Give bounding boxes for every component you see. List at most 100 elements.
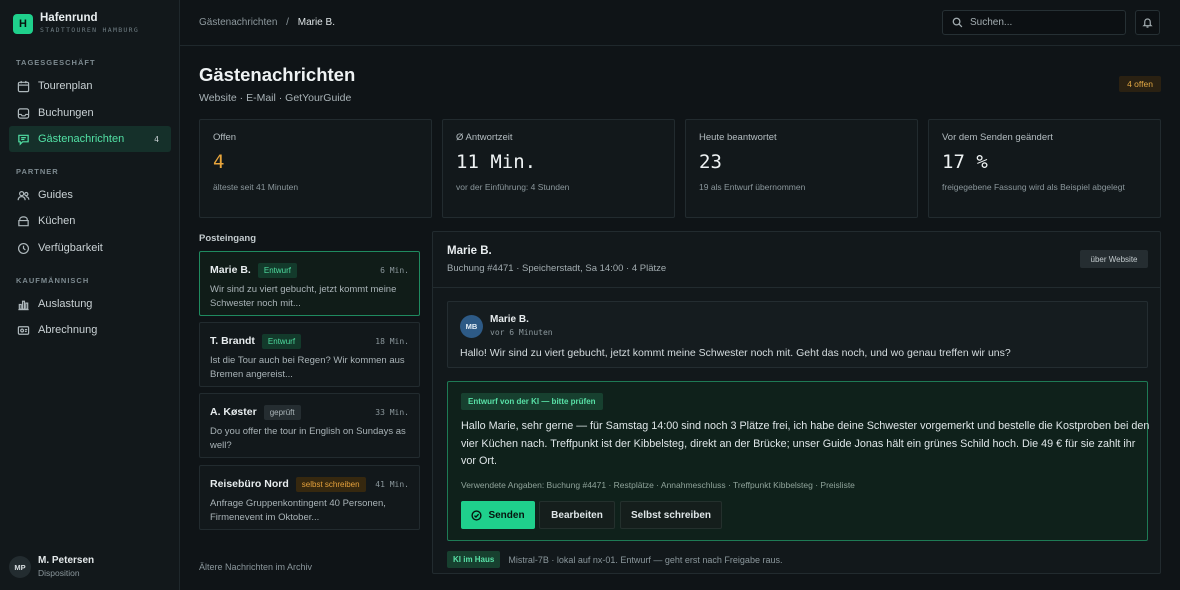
user-name: M. Petersen [38,555,95,566]
avatar: MP [9,556,31,578]
brand-logo: H [13,13,33,34]
stat-value: 11 Min. [456,151,537,173]
sidebar: H Hafenrund STADTTOUREN HAMBURG TAGESGES… [0,0,180,590]
brand-name: Hafenrund [40,12,98,24]
search-icon [952,17,963,28]
booking-meta: Buchung #4471 · Speicherstadt, Sa 14:00 … [447,263,667,274]
inbox-sender: Reisebüro Nord [210,478,289,490]
sidebar-item-auslastung[interactable]: Auslastung [9,291,171,317]
check-circle-icon [471,509,483,521]
inbox-time: 33 Min. [375,407,409,417]
stat-note: 19 als Entwurf übernommen [699,182,806,192]
page-subtitle: Website · E-Mail · GetYourGuide [199,92,352,104]
stat-note: älteste seit 41 Minuten [213,182,299,192]
avatar: MB [460,315,483,338]
sidebar-item-buchungen[interactable]: Buchungen [9,100,171,126]
sidebar-item-label: Buchungen [38,107,94,119]
notifications-button[interactable] [1135,10,1160,35]
billing-icon [17,325,30,335]
stat-card-geaendert: Vor dem Senden geändert 17 % freigegeben… [928,119,1161,218]
status-badge: geprüft [263,404,301,420]
brand[interactable]: H Hafenrund STADTTOUREN HAMBURG [13,12,139,35]
inbox-item[interactable]: T. Brandt Entwurf 18 Min. Ist die Tour a… [199,322,420,387]
breadcrumb-item[interactable]: Gästenachrichten [199,17,277,28]
nav-section-label: KAUFMÄNNISCH [16,276,90,285]
sidebar-item-gaestenachrichten[interactable]: Gästenachrichten 4 [9,126,171,152]
search-box[interactable] [942,10,1126,35]
inbox-time: 6 Min. [380,265,409,275]
inbox-item[interactable]: Reisebüro Nord selbst schreiben 41 Min. … [199,465,420,530]
search-input[interactable] [970,17,1120,28]
bar-chart-icon [18,300,29,310]
chat-icon [18,134,29,146]
message-sender: Marie B. [490,314,529,325]
user-role: Disposition [38,568,80,578]
status-badge: Entwurf [261,333,302,349]
send-button-label: Senden [488,509,525,521]
nav-section-label: TAGESGESCHÄFT [16,58,96,67]
stat-card-beantwortet: Heute beantwortet 23 19 als Entwurf über… [685,119,918,218]
inbox-snippet: Ist die Tour auch bei Regen? Wir kommen … [210,355,405,380]
breadcrumb-current: Marie B. [297,17,335,28]
page-title: Gästenachrichten [199,64,356,85]
inbox-snippet: Anfrage Gruppenkontingent 40 Personen, F… [210,498,386,523]
sidebar-item-verfuegbarkeit[interactable]: Verfügbarkeit [9,235,171,261]
brand-subtitle: STADTTOUREN HAMBURG [40,26,140,34]
sidebar-item-label: Guides [38,189,73,201]
sidebar-item-kuechen[interactable]: Küchen [9,208,171,234]
message-time: vor 6 Minuten [490,328,553,337]
detail-guest-name: Marie B. [447,245,492,257]
draft-text: Hallo Marie, sehr gerne — für Samstag 14… [461,420,1150,467]
inbox-time: 18 Min. [375,336,409,346]
sidebar-item-abrechnung[interactable]: Abrechnung [9,317,171,343]
ai-footer-text: Mistral-7B · lokal auf nx-01. Entwurf — … [508,554,783,565]
status-badge: Entwurf [257,262,297,278]
inbox-time: 41 Min. [375,479,409,489]
kitchen-icon [18,215,29,226]
guest-message: MB Marie B. vor 6 Minuten Hallo! Wir sin… [447,301,1148,368]
sidebar-item-label: Auslastung [38,298,93,310]
sidebar-item-label: Tourenplan [38,80,93,92]
bell-icon [1142,18,1153,28]
ai-footer: KI im Haus Mistral-7B · lokal auf nx-01.… [447,551,782,568]
sidebar-item-tourenplan[interactable]: Tourenplan [9,73,171,99]
inbox-sender: Marie B. [210,264,251,276]
stat-value: 23 [699,151,722,173]
stat-card-antwortzeit: Ø Antwortzeit 11 Min. vor der Einführung… [442,119,675,218]
status-badge: selbst schreiben [295,476,366,492]
inbox-snippet: Do you offer the tour in English on Sund… [210,426,406,451]
inbox-sender: T. Brandt [210,335,255,347]
stat-value: 4 [213,151,225,173]
inbox-item[interactable]: A. Køster geprüft 33 Min. Do you offer t… [199,393,420,458]
current-user[interactable]: MP M. Petersen Disposition [9,555,94,579]
calendar-icon [17,80,30,92]
edit-button[interactable]: Bearbeiten [539,501,615,529]
detail-header: Marie B. Buchung #4471 · Speicherstadt, … [433,232,1160,288]
send-button[interactable]: Senden [461,501,535,529]
stat-value: 17 % [942,151,988,173]
stat-note: vor der Einführung: 4 Stunden [456,182,570,192]
draft-label: Entwurf von der KI — bitte prüfen [461,393,603,410]
message-text: Hallo! Wir sind zu viert gebucht, jetzt … [460,347,1011,359]
open-count-badge: 4 offen [1119,76,1161,92]
stat-label: Vor dem Senden geändert [942,132,1053,143]
ai-draft: Entwurf von der KI — bitte prüfen Hallo … [447,381,1150,541]
breadcrumb: Gästenachrichten / Marie B. [199,17,335,28]
stat-label: Offen [213,132,237,143]
nav-section-label: PARTNER [16,167,59,176]
sidebar-item-label: Verfügbarkeit [38,242,103,254]
sidebar-item-label: Küchen [38,215,76,227]
sidebar-item-guides[interactable]: Guides [9,182,171,208]
inbox-sender: A. Køster [210,406,257,418]
sidebar-item-label: Gästenachrichten [38,133,125,145]
sidebar-item-label: Abrechnung [38,324,98,336]
stat-note: freigegebene Fassung wird als Beispiel a… [942,182,1125,192]
inbox-item[interactable]: Marie B. Entwurf 6 Min. Wir sind zu vier… [199,251,420,316]
inbox-title: Posteingang [199,233,257,244]
inbox-snippet: Wir sind zu viert gebucht, jetzt kommt m… [210,284,397,309]
unread-count-badge: 4 [154,134,159,144]
clock-icon [17,242,30,254]
archive-link[interactable]: Ältere Nachrichten im Archiv [199,562,312,572]
write-yourself-button[interactable]: Selbst schreiben [620,501,722,529]
stat-card-offen: Offen 4 älteste seit 41 Minuten [199,119,432,218]
